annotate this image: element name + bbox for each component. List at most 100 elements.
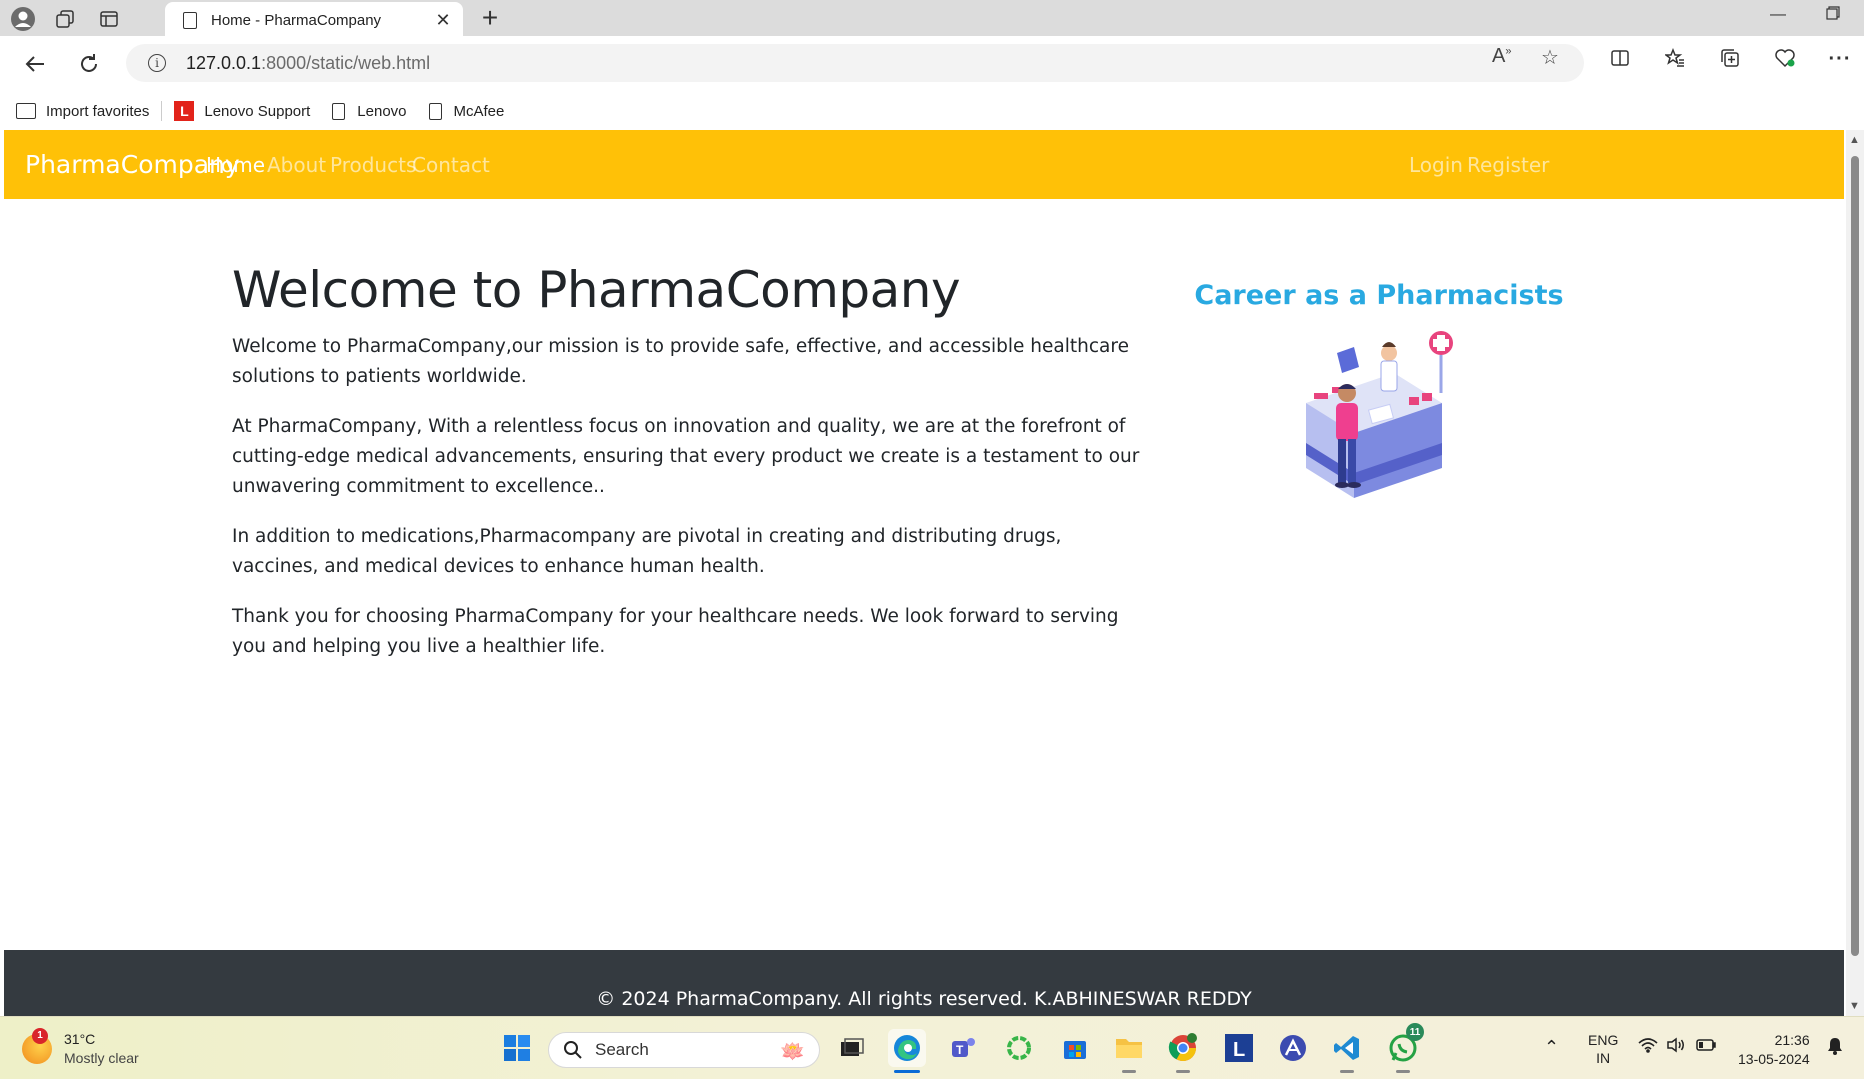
weather-description: Mostly clear — [64, 1050, 139, 1066]
lenovo-taskbar-button[interactable]: L — [1220, 1029, 1258, 1067]
edge-icon — [894, 1035, 920, 1061]
whatsapp-badge: 11 — [1406, 1023, 1424, 1041]
favorite-import[interactable]: Import favorites — [16, 103, 149, 120]
profile-icon[interactable] — [8, 4, 38, 34]
running-indicator — [1340, 1070, 1354, 1073]
running-indicator — [1122, 1070, 1136, 1073]
weather-temperature: 31°C — [64, 1031, 96, 1047]
url-host: 127.0.0.1 — [186, 52, 262, 73]
favorites-bar: Import favorites L Lenovo Support Lenovo… — [0, 92, 1864, 130]
green-ring-icon — [1007, 1036, 1031, 1060]
page-icon — [332, 102, 346, 120]
illustration-title: Career as a Pharmacists — [1194, 280, 1564, 311]
intro-paragraph: Welcome to PharmaCompany,our mission is … — [232, 336, 1129, 387]
more-options-icon[interactable]: ··· — [1825, 48, 1855, 71]
nav-contact-link[interactable]: Contact — [412, 153, 490, 177]
site-info-icon[interactable]: i — [148, 54, 166, 72]
nav-register-link[interactable]: Register — [1467, 153, 1549, 177]
chrome-taskbar-button[interactable] — [1164, 1029, 1202, 1073]
vertical-tabs-icon[interactable] — [94, 4, 124, 34]
teams-icon: T — [952, 1038, 975, 1057]
collections-icon[interactable] — [1715, 48, 1745, 74]
favorite-star-icon[interactable]: ☆ — [1541, 45, 1559, 70]
start-button[interactable] — [498, 1029, 536, 1067]
scrollbar-thumb[interactable] — [1851, 156, 1859, 956]
read-aloud-icon[interactable]: A» — [1492, 45, 1511, 68]
svg-text:L: L — [1233, 1039, 1245, 1061]
svg-text:T: T — [956, 1043, 964, 1057]
page-icon — [183, 11, 197, 29]
favorite-mcafee[interactable]: McAfee — [428, 102, 505, 120]
maximize-icon[interactable] — [1826, 6, 1840, 25]
page-viewport: PharmaCompany Home About Products Contac… — [4, 130, 1844, 1016]
vscode-icon — [1334, 1036, 1359, 1060]
running-indicator — [1396, 1070, 1410, 1073]
lenovo-vantage-icon: L — [1225, 1034, 1253, 1062]
windows-taskbar: 1 31°C Mostly clear Search 🪷 T L 11 ⌃ EN… — [0, 1016, 1864, 1079]
favorites-icon[interactable] — [1660, 47, 1690, 74]
workspaces-icon[interactable] — [50, 4, 80, 34]
nav-login-link[interactable]: Login — [1409, 153, 1463, 177]
refresh-icon[interactable] — [72, 47, 106, 81]
weather-sun-icon: 1 — [22, 1027, 52, 1064]
triangle-app-icon — [1280, 1035, 1306, 1061]
app-a-taskbar-button[interactable] — [1274, 1029, 1312, 1067]
notification-bell-icon[interactable] — [1826, 1037, 1844, 1058]
close-tab-icon[interactable]: ✕ — [433, 10, 453, 31]
task-view-button[interactable] — [832, 1029, 870, 1067]
nav-home-link[interactable]: Home — [206, 153, 265, 177]
footer-copyright: © 2024 PharmaCompany. All rights reserve… — [596, 988, 1252, 1010]
folder-icon — [1116, 1039, 1142, 1058]
page-heading: Welcome to PharmaCompany — [232, 261, 961, 319]
chrome-icon — [1168, 1033, 1197, 1062]
url-field[interactable]: i 127.0.0.1:8000/static/web.html — [126, 44, 1584, 82]
favorite-label: Import favorites — [46, 102, 150, 120]
search-label: Search — [595, 1040, 649, 1059]
main-content: Welcome to PharmaCompany Welcome to Phar… — [232, 260, 1152, 682]
lenovo-logo-icon: L — [174, 101, 195, 121]
volume-icon[interactable] — [1666, 1037, 1686, 1056]
favorite-label: McAfee — [453, 102, 505, 120]
nav-about-link[interactable]: About — [267, 153, 326, 177]
favorite-lenovo-support[interactable]: L Lenovo Support — [174, 101, 310, 121]
whatsapp-taskbar-button[interactable]: 11 — [1384, 1023, 1424, 1073]
active-tab[interactable]: Home - PharmaCompany ✕ — [165, 2, 463, 38]
favorite-label: Lenovo — [357, 102, 407, 120]
back-arrow-icon[interactable] — [18, 47, 52, 81]
edge-taskbar-button[interactable] — [888, 1029, 926, 1073]
scroll-down-icon[interactable]: ▼ — [1849, 1000, 1860, 1012]
vscode-taskbar-button[interactable] — [1328, 1029, 1366, 1073]
taskbar-search[interactable]: Search 🪷 — [548, 1032, 820, 1068]
url-path: :8000/static/web.html — [261, 52, 431, 73]
page-scrollbar[interactable]: ▲ ▼ — [1846, 130, 1864, 1016]
battery-icon[interactable] — [1696, 1038, 1716, 1055]
clock-date: 13-05-2024 — [1738, 1051, 1810, 1067]
language-indicator[interactable]: ENG IN — [1588, 1031, 1618, 1067]
nav-products-link[interactable]: Products — [330, 153, 416, 177]
pharmacist-illustration: Career as a Pharmacists — [1184, 280, 1574, 550]
favorite-lenovo[interactable]: Lenovo — [332, 102, 407, 120]
scroll-up-icon[interactable]: ▲ — [1849, 134, 1860, 146]
browser-essentials-icon[interactable] — [1770, 48, 1800, 74]
clock-time: 21:36 — [1774, 1032, 1810, 1048]
minimize-icon[interactable]: — — [1770, 6, 1786, 24]
clock[interactable]: 21:36 13-05-2024 — [1738, 1031, 1810, 1069]
site-navbar: PharmaCompany Home About Products Contac… — [4, 130, 1844, 199]
active-indicator — [894, 1070, 920, 1073]
lotus-icon: 🪷 — [780, 1041, 805, 1063]
store-taskbar-button[interactable] — [1056, 1029, 1094, 1067]
teams-taskbar-button[interactable]: T — [944, 1029, 982, 1067]
file-explorer-taskbar-button[interactable] — [1110, 1029, 1148, 1073]
language-code: ENG — [1588, 1032, 1619, 1048]
browser-tab-strip: Home - PharmaCompany ✕ + — — [0, 0, 1864, 38]
windows-logo-icon — [504, 1035, 530, 1061]
new-tab-button[interactable]: + — [474, 2, 506, 34]
running-indicator — [1176, 1070, 1190, 1073]
microsoft-store-icon — [1064, 1041, 1086, 1059]
search-icon — [564, 1041, 582, 1059]
app-ring-taskbar-button[interactable] — [1000, 1029, 1038, 1067]
split-screen-icon[interactable] — [1605, 48, 1635, 74]
wifi-icon[interactable] — [1638, 1037, 1658, 1056]
show-hidden-icons-chevron-icon[interactable]: ⌃ — [1544, 1037, 1559, 1058]
weather-widget[interactable]: 1 31°C Mostly clear — [22, 1027, 139, 1066]
